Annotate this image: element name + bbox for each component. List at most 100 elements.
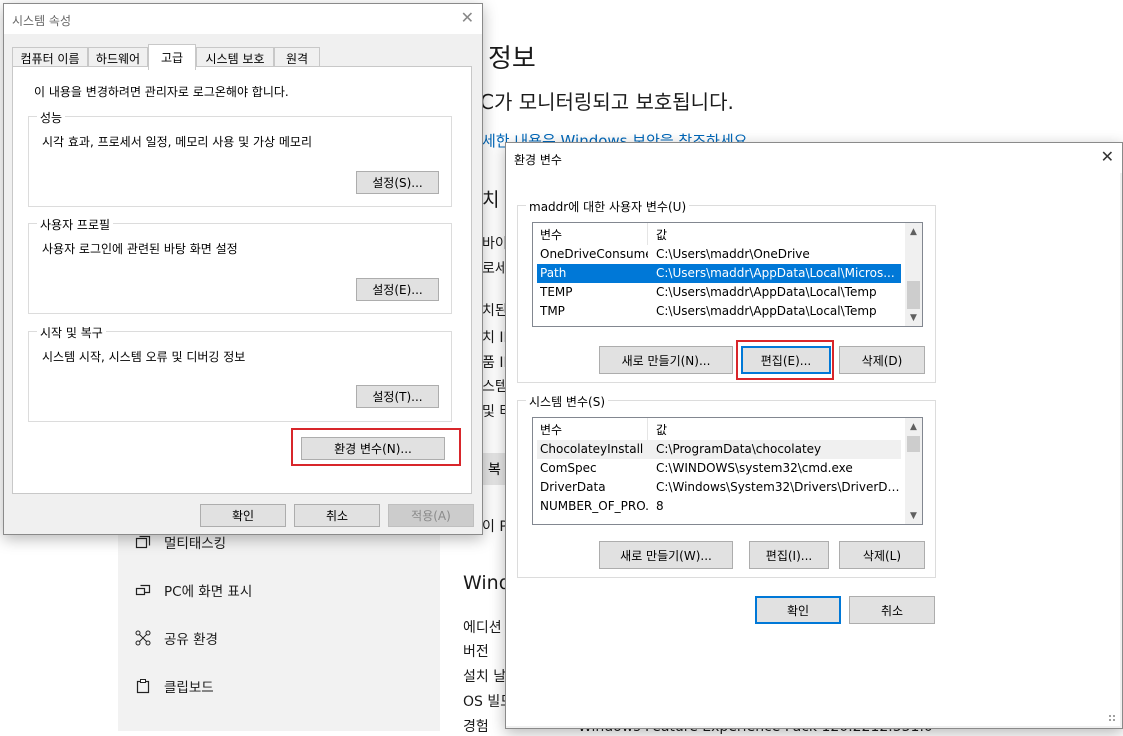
close-icon[interactable]: ✕ <box>461 8 474 27</box>
variable-value: C:\ProgramData\chocolatey <box>656 442 822 456</box>
column-header-variable[interactable]: 변수 <box>540 421 562 438</box>
list-item[interactable]: TMP C:\Users\maddr\AppData\Local\Temp <box>537 302 901 321</box>
project-icon <box>134 581 152 599</box>
user-profiles-desc: 사용자 로그인에 관련된 바탕 화면 설정 <box>42 242 238 256</box>
startup-recovery-settings-button[interactable]: 설정(T)... <box>356 385 439 408</box>
environment-variables-dialog: 환경 변수 ✕ maddr에 대한 사용자 변수(U) 변수 값 OneDriv… <box>505 142 1123 729</box>
tab-advanced[interactable]: 고급 <box>148 44 196 70</box>
variable-value: C:\Users\maddr\AppData\Local\Micros... <box>656 266 895 280</box>
list-item[interactable]: ChocolateyInstall C:\ProgramData\chocola… <box>537 440 901 459</box>
system-new-button[interactable]: 새로 만들기(W)... <box>599 541 733 569</box>
list-item[interactable]: ComSpec C:\WINDOWS\system32\cmd.exe <box>537 459 901 478</box>
tab-computer-name[interactable]: 컴퓨터 이름 <box>12 47 88 68</box>
startup-recovery-desc: 시스템 시작, 시스템 오류 및 디버깅 정보 <box>42 350 246 364</box>
group-label: 시작 및 복구 <box>37 324 106 341</box>
list-item[interactable]: NUMBER_OF_PRO... 8 <box>537 497 901 516</box>
ok-button[interactable]: 확인 <box>755 596 841 624</box>
user-variables-group: maddr에 대한 사용자 변수(U) 변수 값 OneDriveConsume… <box>517 198 936 383</box>
admin-note: 이 내용을 변경하려면 관리자로 로그온해야 합니다. <box>34 85 289 99</box>
variable-value: C:\Users\maddr\OneDrive <box>656 247 810 261</box>
tab-panel: 이 내용을 변경하려면 관리자로 로그온해야 합니다. 성능 시각 효과, 프로… <box>12 66 472 494</box>
highlight-box <box>291 428 461 466</box>
tab-system-protection[interactable]: 시스템 보호 <box>196 47 274 68</box>
dialog-title: 환경 변수 <box>514 153 562 167</box>
variable-value: C:\WINDOWS\system32\cmd.exe <box>656 461 853 475</box>
performance-settings-button[interactable]: 설정(S)... <box>356 171 439 194</box>
variable-name: NUMBER_OF_PRO... <box>540 499 648 513</box>
device-spec-heading: 치 <box>482 189 500 211</box>
variable-name: TEMP <box>540 285 573 299</box>
system-properties-dialog: 시스템 속성 ✕ 컴퓨터 이름 하드웨어 고급 시스템 보호 원격 이 내용을 … <box>3 3 483 535</box>
variable-name: DriverData <box>540 480 606 494</box>
highlight-box <box>736 340 834 380</box>
variable-name: ChocolateyInstall <box>540 442 644 456</box>
sidebar-item-label: 멀티태스킹 <box>164 536 227 552</box>
copy-button[interactable]: 복 <box>482 453 507 485</box>
user-profiles-settings-button[interactable]: 설정(E)... <box>356 278 439 301</box>
system-delete-button[interactable]: 삭제(L) <box>839 541 925 569</box>
chevron-down-icon[interactable]: ▼ <box>905 309 922 326</box>
cancel-button[interactable]: 취소 <box>849 596 935 624</box>
sidebar-item-label: PC에 화면 표시 <box>164 584 253 600</box>
spec-fragment: 치된 <box>482 303 508 319</box>
spec-fragment: 바이 <box>482 236 508 252</box>
system-variables-group: 시스템 변수(S) 변수 값 ChocolateyInstall C:\Prog… <box>517 393 936 578</box>
startup-recovery-group: 시작 및 복구 시스템 시작, 시스템 오류 및 디버깅 정보 설정(T)... <box>28 324 452 422</box>
chevron-down-icon[interactable]: ▼ <box>905 507 922 524</box>
spec-label-install-date: 설치 날 <box>463 669 507 685</box>
list-item-selected[interactable]: Path C:\Users\maddr\AppData\Local\Micros… <box>537 264 901 283</box>
system-edit-button[interactable]: 편집(I)... <box>749 541 829 569</box>
group-label: maddr에 대한 사용자 변수(U) <box>526 198 690 215</box>
chevron-up-icon[interactable]: ▲ <box>905 418 922 435</box>
column-header-variable[interactable]: 변수 <box>540 226 562 243</box>
sidebar-item-clipboard[interactable]: 클립보드 <box>134 674 214 698</box>
variable-name: ComSpec <box>540 461 597 475</box>
list-header: 변수 값 <box>533 418 922 440</box>
user-profiles-group: 사용자 프로필 사용자 로그인에 관련된 바탕 화면 설정 설정(E)... <box>28 216 452 314</box>
cancel-button[interactable]: 취소 <box>294 504 380 527</box>
list-item[interactable]: TEMP C:\Users\maddr\AppData\Local\Temp <box>537 283 901 302</box>
title-bar: 환경 변수 ✕ <box>506 143 1122 173</box>
dialog-title: 시스템 속성 <box>12 14 72 28</box>
clipboard-icon <box>134 677 152 695</box>
protection-status-text: C가 모니터링되고 보호됩니다. <box>480 90 734 114</box>
column-header-value[interactable]: 값 <box>656 421 667 438</box>
apply-button[interactable]: 적용(A) <box>388 504 474 527</box>
system-variables-list[interactable]: 변수 값 ChocolateyInstall C:\ProgramData\ch… <box>532 417 923 525</box>
share-icon <box>134 629 152 647</box>
performance-desc: 시각 효과, 프로세서 일정, 메모리 사용 및 가상 메모리 <box>42 135 312 149</box>
ok-button[interactable]: 확인 <box>200 504 286 527</box>
variable-name: TMP <box>540 304 565 318</box>
scrollbar-thumb[interactable] <box>907 281 920 309</box>
spec-fragment: 스템 <box>482 379 508 395</box>
tab-remote[interactable]: 원격 <box>274 47 320 68</box>
spec-fragment: 로세 <box>482 261 508 277</box>
variable-value: C:\Users\maddr\AppData\Local\Temp <box>656 285 877 299</box>
list-item[interactable]: DriverData C:\Windows\System32\Drivers\D… <box>537 478 901 497</box>
variable-value: 8 <box>656 499 664 513</box>
close-icon[interactable]: ✕ <box>1101 147 1114 166</box>
scrollbar[interactable]: ▲ ▼ <box>905 418 922 524</box>
spec-label-version: 버전 <box>463 644 489 660</box>
scrollbar-thumb[interactable] <box>907 436 920 452</box>
title-bar: 시스템 속성 ✕ <box>4 4 482 34</box>
sidebar-item-share[interactable]: 공유 환경 <box>134 626 218 650</box>
dialog-body: maddr에 대한 사용자 변수(U) 변수 값 OneDriveConsume… <box>506 173 1120 726</box>
performance-group: 성능 시각 효과, 프로세서 일정, 메모리 사용 및 가상 메모리 설정(S)… <box>28 109 452 207</box>
variable-name: Path <box>540 266 567 280</box>
column-header-value[interactable]: 값 <box>656 226 667 243</box>
multitasking-icon <box>134 533 152 551</box>
user-variables-list[interactable]: 변수 값 OneDriveConsumer C:\Users\maddr\One… <box>532 222 923 327</box>
list-item[interactable]: OneDriveConsumer C:\Users\maddr\OneDrive <box>537 245 901 264</box>
tab-hardware[interactable]: 하드웨어 <box>88 47 148 68</box>
resize-grip-icon[interactable] <box>1108 714 1116 722</box>
user-new-button[interactable]: 새로 만들기(N)... <box>599 346 733 374</box>
variable-value: C:\Windows\System32\Drivers\DriverData <box>656 480 900 494</box>
chevron-up-icon[interactable]: ▲ <box>905 223 922 240</box>
scrollbar[interactable]: ▲ ▼ <box>905 223 922 326</box>
variable-name: OneDriveConsumer <box>540 247 648 261</box>
about-heading: 정보 <box>488 44 536 74</box>
sidebar-item-project[interactable]: PC에 화면 표시 <box>134 578 252 602</box>
user-delete-button[interactable]: 삭제(D) <box>839 346 925 374</box>
list-header: 변수 값 <box>533 223 922 245</box>
